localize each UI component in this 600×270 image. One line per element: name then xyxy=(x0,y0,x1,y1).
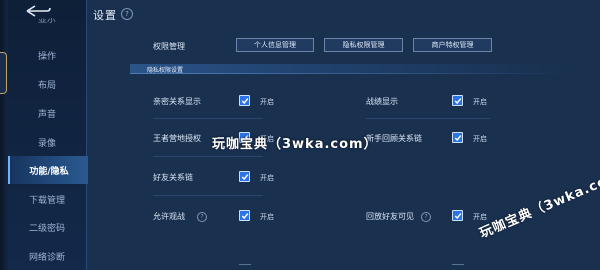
toggle-label: 开启 xyxy=(473,135,487,143)
row-divider xyxy=(153,118,263,119)
sidebar-item-label: 录像 xyxy=(37,138,56,149)
sidebar-item-label: 二级密码 xyxy=(28,223,65,234)
settings-sidebar: 显示 操作 布局 声音 录像 功能/隐私 下载管理 二级密码 网络诊断 xyxy=(8,0,88,270)
setting-friend-chain-label: 好友关系链 xyxy=(153,173,193,182)
newbie-review-checkbox[interactable] xyxy=(452,132,463,143)
setting-battle-record-label: 战绩显示 xyxy=(366,97,398,106)
row-divider xyxy=(153,195,263,196)
watermark: 玩咖宝典（3wka.com） xyxy=(477,162,600,242)
sidebar-item-sound[interactable]: 声音 xyxy=(8,99,86,127)
check-icon xyxy=(454,212,461,219)
back-arrow-icon xyxy=(26,5,51,17)
row-divider xyxy=(452,264,464,265)
button-label: 个人信息管理 xyxy=(254,41,296,49)
allow-spectate-checkbox[interactable] xyxy=(239,210,250,221)
sidebar-item-label: 声音 xyxy=(37,109,56,120)
side-collapse-handle[interactable] xyxy=(0,52,7,94)
row-divider xyxy=(239,264,251,265)
setting-intimate-relation-label: 亲密关系显示 xyxy=(153,97,201,106)
sidebar-item-partial[interactable]: 显示 xyxy=(8,18,86,32)
privacy-permission-button[interactable]: 隐私权限管理 xyxy=(324,38,403,52)
battle-record-checkbox[interactable] xyxy=(452,95,463,106)
sidebar-item-function-privacy[interactable]: 功能/隐私 xyxy=(8,156,88,184)
check-icon xyxy=(241,173,248,180)
friend-chain-checkbox[interactable] xyxy=(239,171,250,182)
merchant-privilege-button[interactable]: 商户特权管理 xyxy=(413,38,492,52)
check-icon xyxy=(454,97,461,104)
button-label: 商户特权管理 xyxy=(431,41,474,49)
toggle-label: 开启 xyxy=(260,98,274,106)
replay-visible-checkbox[interactable] xyxy=(452,210,463,221)
row-divider xyxy=(153,156,263,157)
sidebar-item-secondary-password[interactable]: 二级密码 xyxy=(8,213,86,241)
info-icon[interactable]: ? xyxy=(421,212,431,222)
help-icon[interactable]: ? xyxy=(121,8,133,20)
sidebar-item-label: 操作 xyxy=(37,51,56,62)
sidebar-item-label: 布局 xyxy=(37,80,56,91)
watermark: 玩咖宝典（3wka.com） xyxy=(212,137,378,152)
permissions-label: 权限管理 xyxy=(153,42,185,51)
sidebar-item-operation[interactable]: 操作 xyxy=(8,41,86,69)
sidebar-item-network[interactable]: 网络诊断 xyxy=(8,242,86,270)
sidebar-item-label: 显示 xyxy=(37,18,56,25)
button-label: 隐私权限管理 xyxy=(342,41,385,49)
check-icon xyxy=(454,134,461,141)
info-icon[interactable]: ? xyxy=(197,212,207,222)
setting-allow-spectate-label: 允许观战 xyxy=(153,212,185,221)
sidebar-item-layout[interactable]: 布局 xyxy=(8,70,86,98)
check-icon xyxy=(241,97,248,104)
intimate-relation-checkbox[interactable] xyxy=(239,95,250,106)
sidebar-item-download[interactable]: 下载管理 xyxy=(8,185,86,213)
left-edge-frame xyxy=(0,0,8,270)
sidebar-item-label: 下载管理 xyxy=(28,195,65,206)
setting-camp-authorization-label: 王者营地授权 xyxy=(153,134,201,143)
sidebar-item-label: 网络诊断 xyxy=(28,252,65,263)
check-icon xyxy=(241,212,248,219)
sidebar-item-recording[interactable]: 录像 xyxy=(8,128,86,156)
sidebar-item-label: 功能/隐私 xyxy=(29,166,69,177)
toggle-label: 开启 xyxy=(260,213,274,221)
back-button[interactable] xyxy=(20,3,56,19)
setting-replay-visible-label: 回放好友可见 xyxy=(366,212,414,221)
toggle-label: 开启 xyxy=(260,174,274,182)
page-title: 设置 xyxy=(93,9,117,22)
section-divider xyxy=(130,73,570,74)
row-divider xyxy=(366,118,490,119)
toggle-label: 开启 xyxy=(473,98,487,106)
personal-info-button[interactable]: 个人信息管理 xyxy=(236,38,314,52)
